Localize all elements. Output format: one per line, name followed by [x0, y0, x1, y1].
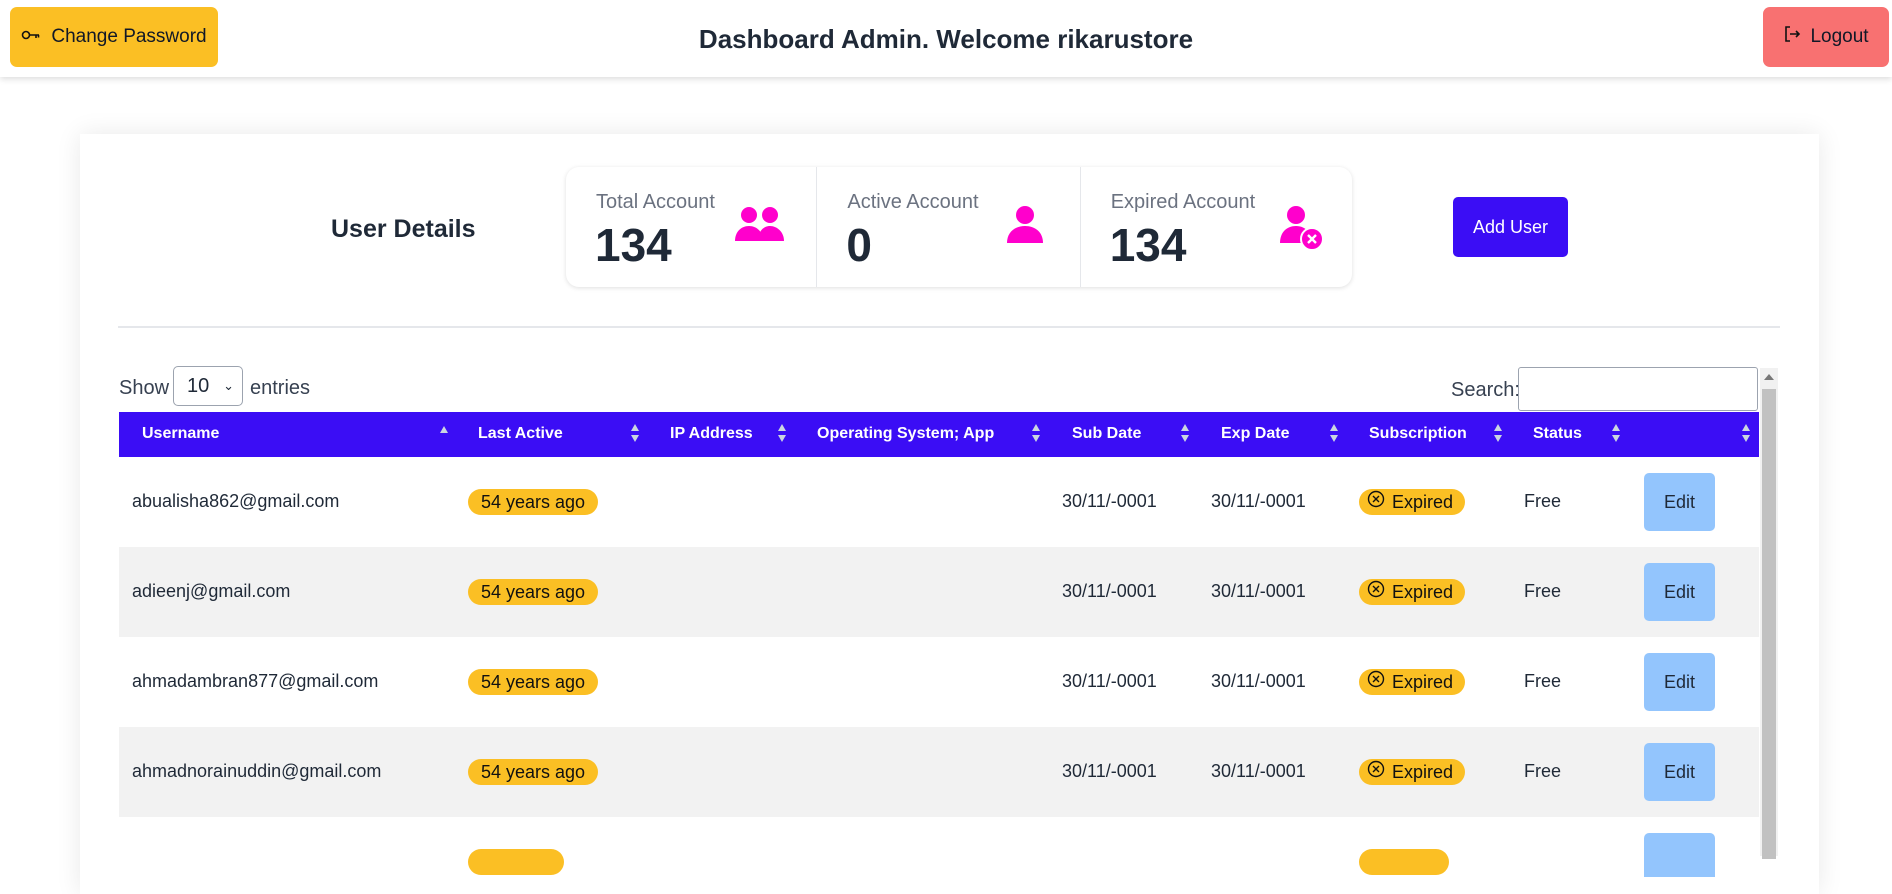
- column-header-ip-address[interactable]: IP Address: [670, 425, 753, 443]
- stat-total-account: Total Account 134: [566, 167, 818, 287]
- logout-button[interactable]: Logout: [1763, 7, 1889, 67]
- scroll-up-arrow-icon[interactable]: [1764, 374, 1774, 380]
- edit-button[interactable]: [1644, 833, 1715, 877]
- page-size-select[interactable]: 10 ⌄: [173, 366, 243, 406]
- stat-value: 134: [595, 219, 672, 271]
- sort-icon[interactable]: [631, 424, 640, 444]
- add-user-button[interactable]: Add User: [1453, 197, 1568, 257]
- cell-username: abualisha862@gmail.com: [132, 491, 340, 511]
- cell-exp-date: 30/11/-0001: [1211, 581, 1306, 601]
- last-active-badge: 54 years ago: [468, 579, 599, 605]
- x-circle-icon: [1367, 489, 1385, 515]
- stat-expired-account: Expired Account 134: [1081, 167, 1352, 287]
- users-icon: [734, 205, 786, 252]
- scroll-thumb[interactable]: [1762, 389, 1776, 859]
- table-row: abualisha862@gmail.com 54 years ago 30/1…: [119, 457, 1759, 547]
- x-circle-icon: [1367, 579, 1385, 605]
- cell-username: ahmadnorainuddin@gmail.com: [132, 761, 382, 781]
- edit-button[interactable]: Edit: [1644, 563, 1715, 621]
- table-row: ahmadnorainuddin@gmail.com 54 years ago …: [119, 727, 1759, 817]
- edit-button[interactable]: Edit: [1644, 473, 1715, 531]
- sort-icon[interactable]: [1612, 424, 1621, 444]
- sort-icon[interactable]: [1494, 424, 1503, 444]
- sort-icon[interactable]: [778, 424, 787, 444]
- column-header-status[interactable]: Status: [1533, 425, 1582, 443]
- cell-status: Free: [1524, 581, 1562, 601]
- cell-exp-date: 30/11/-0001: [1211, 671, 1306, 691]
- x-circle-icon: [1367, 669, 1385, 695]
- user-icon: [1005, 205, 1045, 250]
- page-size-value: 10: [187, 374, 210, 397]
- stat-value: 0: [846, 219, 872, 271]
- column-header-exp-date[interactable]: Exp Date: [1221, 425, 1289, 443]
- section-title: User Details: [331, 215, 476, 243]
- sort-icon[interactable]: [1181, 424, 1190, 444]
- divider: [118, 326, 1780, 328]
- sort-icon[interactable]: [1742, 424, 1751, 444]
- table-header: Username Last Active IP Address Operatin…: [119, 412, 1759, 457]
- column-header-subscription[interactable]: Subscription: [1369, 425, 1467, 443]
- cell-sub-date: 30/11/-0001: [1062, 491, 1157, 511]
- sort-icon[interactable]: [1330, 424, 1339, 444]
- last-active-badge: 54 years ago: [468, 759, 599, 785]
- show-label: Show: [119, 377, 170, 399]
- cell-sub-date: 30/11/-0001: [1062, 581, 1157, 601]
- table-row: ahmadambran877@gmail.com 54 years ago 30…: [119, 637, 1759, 727]
- subscription-badge: Expired: [1359, 579, 1466, 605]
- column-header-last-active[interactable]: Last Active: [478, 425, 563, 443]
- cell-username: adieenj@gmail.com: [132, 581, 291, 601]
- cell-username: ahmadambran877@gmail.com: [132, 671, 379, 691]
- page-title: Dashboard Admin. Welcome rikarustore: [698, 24, 1194, 54]
- cell-status: Free: [1524, 491, 1562, 511]
- stat-label: Active Account: [847, 191, 979, 213]
- subscription-badge: Expired: [1359, 759, 1466, 785]
- column-header-sub-date[interactable]: Sub Date: [1072, 425, 1141, 443]
- cell-status: Free: [1524, 761, 1562, 781]
- edit-button[interactable]: Edit: [1644, 653, 1715, 711]
- table-row: adieenj@gmail.com 54 years ago 30/11/-00…: [119, 547, 1759, 637]
- subscription-badge: [1359, 849, 1449, 875]
- search-label: Search:: [1451, 379, 1520, 401]
- stat-value: 134: [1109, 219, 1187, 271]
- subscription-label: Expired: [1392, 672, 1454, 692]
- last-active-badge: 54 years ago: [468, 489, 599, 515]
- search-input[interactable]: [1518, 367, 1758, 411]
- top-navbar: Change Password Dashboard Admin. Welcome…: [0, 0, 1892, 77]
- chevron-down-icon: ⌄: [223, 378, 234, 393]
- subscription-label: Expired: [1392, 762, 1454, 782]
- table-body: abualisha862@gmail.com 54 years ago 30/1…: [119, 457, 1759, 877]
- logout-label: Logout: [1810, 26, 1869, 47]
- column-header-username[interactable]: Username: [142, 425, 219, 443]
- subscription-label: Expired: [1392, 582, 1454, 602]
- table-scrollbar[interactable]: [1760, 368, 1778, 859]
- sort-icon[interactable]: [1032, 424, 1041, 444]
- user-expired-icon: [1279, 205, 1325, 256]
- edit-button[interactable]: Edit: [1644, 743, 1715, 801]
- cell-sub-date: 30/11/-0001: [1062, 671, 1157, 691]
- last-active-badge: [468, 849, 564, 875]
- last-active-badge: 54 years ago: [468, 669, 599, 695]
- cell-exp-date: 30/11/-0001: [1211, 761, 1306, 781]
- stat-label: Total Account: [596, 191, 715, 213]
- stat-label: Expired Account: [1110, 191, 1256, 213]
- stat-active-account: Active Account 0: [817, 167, 1081, 287]
- subscription-badge: Expired: [1359, 669, 1466, 695]
- cell-exp-date: 30/11/-0001: [1211, 491, 1306, 511]
- subscription-label: Expired: [1392, 492, 1454, 512]
- column-header-operating-system[interactable]: Operating System; App: [817, 425, 994, 443]
- cell-status: Free: [1524, 671, 1562, 691]
- x-circle-icon: [1367, 759, 1385, 785]
- subscription-badge: Expired: [1359, 489, 1466, 515]
- sort-asc-icon[interactable]: [440, 424, 449, 444]
- stats-panel: Total Account 134 Active Account 0 Expir…: [566, 167, 1352, 287]
- table-row: [119, 817, 1759, 877]
- logout-icon: [1783, 25, 1801, 49]
- entries-label: entries: [250, 377, 311, 399]
- cell-sub-date: 30/11/-0001: [1062, 761, 1157, 781]
